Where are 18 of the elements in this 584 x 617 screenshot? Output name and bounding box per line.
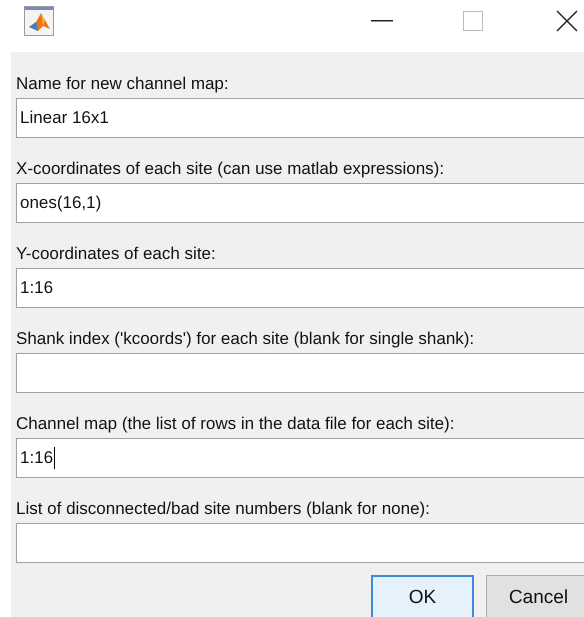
field-label: Shank index ('kcoords') for each site (blank for single shank): — [16, 328, 476, 350]
field-label: Y-coordinates of each site: — [16, 243, 217, 265]
close-icon[interactable] — [556, 10, 578, 32]
input-field[interactable]: 1:16 — [16, 268, 584, 308]
input-field[interactable]: ones(16,1) — [16, 183, 584, 223]
app-icon — [24, 6, 54, 36]
input-field[interactable]: Linear 16x1 — [16, 98, 584, 138]
field-label: X-coordinates of each site (can use matlab expressions): — [16, 158, 446, 180]
cancel-button[interactable]: Cancel — [486, 575, 584, 617]
maximize-icon[interactable] — [463, 11, 483, 31]
field-label: List of disconnected/bad site numbers (blank for none): — [16, 498, 431, 520]
ok-button[interactable]: OK — [371, 575, 474, 617]
field-label: Channel map (the list of rows in the data file for each site): — [16, 413, 456, 435]
input-field[interactable] — [16, 353, 584, 393]
field-label: Name for new channel map: — [16, 73, 230, 95]
input-field[interactable] — [16, 523, 584, 563]
input-field[interactable]: 1:16 — [16, 438, 584, 478]
minimize-icon[interactable] — [371, 19, 393, 23]
